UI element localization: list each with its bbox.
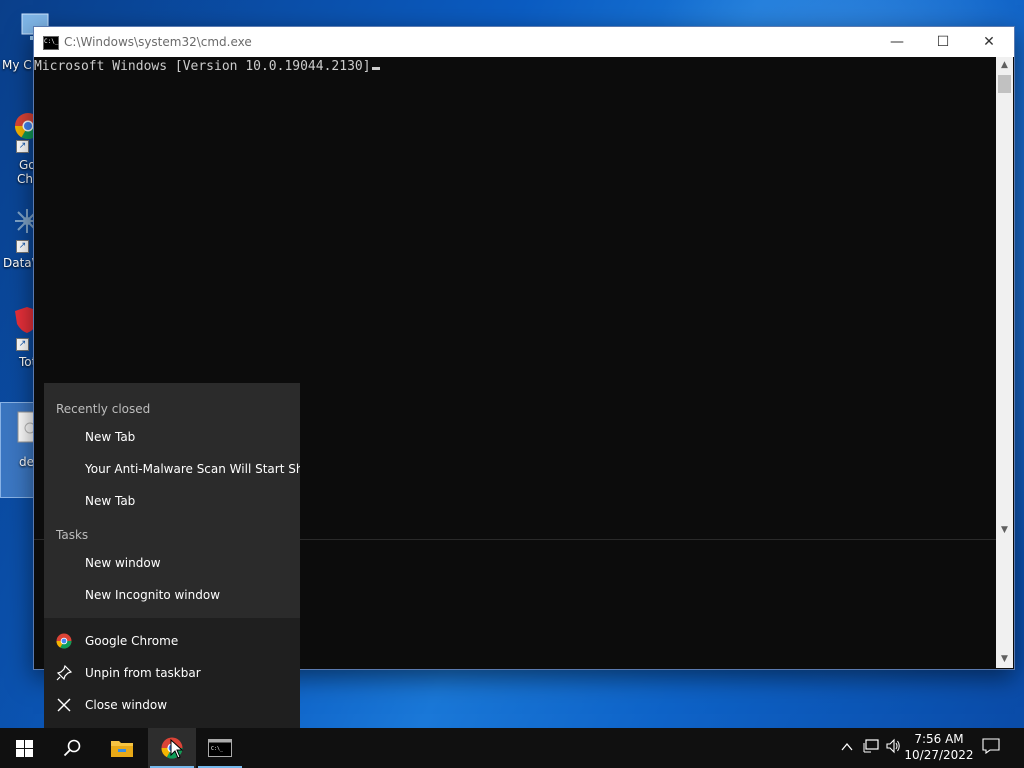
close-icon (57, 698, 71, 712)
recent-item-label: New Tab (85, 494, 136, 508)
recent-item[interactable]: New Tab (44, 485, 300, 517)
jump-list-actions: Google Chrome Unpin from taskbar Close w… (44, 618, 300, 728)
close-window[interactable]: Close window (44, 689, 300, 721)
open-google-chrome[interactable]: Google Chrome (44, 625, 300, 657)
maximize-button[interactable]: ☐ (920, 27, 966, 57)
windows-logo-icon (16, 740, 33, 757)
console-line: Microsoft Windows [Version 10.0.19044.21… (34, 59, 380, 74)
tasks-heading: Tasks (56, 528, 89, 542)
desktop-icon-label-line2: Ch (17, 172, 33, 186)
svg-text:C:\_: C:\_ (211, 746, 224, 752)
chrome-icon (56, 633, 72, 649)
shortcut-arrow-icon: ↗ (16, 240, 29, 253)
action-label: Unpin from taskbar (85, 666, 201, 680)
cmd-titlebar[interactable]: C:\_ C:\Windows\system32\cmd.exe — ☐ ✕ (34, 27, 1014, 57)
unpin-from-taskbar[interactable]: Unpin from taskbar (44, 657, 300, 689)
task-label: New Incognito window (85, 588, 221, 602)
search-button[interactable] (48, 728, 96, 768)
scrollbar-thumb[interactable] (998, 75, 1011, 93)
chrome-jump-list: Recently closed New Tab Your Anti-Malwar… (44, 383, 300, 728)
vertical-scrollbar[interactable]: ▲ ▼ (996, 57, 1013, 539)
recent-item[interactable]: Your Anti-Malware Scan Will Start Shor..… (44, 453, 300, 485)
taskbar-file-explorer[interactable] (98, 728, 146, 768)
task-new-incognito-window[interactable]: New Incognito window (44, 579, 300, 611)
scroll-down-arrow-icon[interactable]: ▼ (996, 651, 1013, 668)
network-icon[interactable] (862, 738, 880, 756)
cmd-app-icon: C:\_ (43, 36, 59, 50)
mouse-pointer-icon (170, 739, 184, 759)
folder-icon (111, 741, 133, 757)
task-label: New window (85, 556, 161, 570)
recent-item[interactable]: New Tab (44, 421, 300, 453)
taskbar-clock[interactable]: 7:56 AM 10/27/2022 (900, 731, 978, 763)
cmd-window-title: C:\Windows\system32\cmd.exe (64, 35, 252, 49)
vertical-scrollbar-lower[interactable]: ▼ (996, 539, 1013, 668)
clock-date: 10/27/2022 (904, 748, 974, 762)
action-label: Close window (85, 698, 168, 712)
task-new-window[interactable]: New window (44, 547, 300, 579)
scroll-up-arrow-icon[interactable]: ▲ (996, 57, 1013, 74)
action-label: Google Chrome (85, 634, 179, 648)
desktop-icon-label: de (19, 455, 34, 469)
recently-closed-heading: Recently closed (56, 402, 151, 416)
scroll-down-arrow-icon[interactable]: ▼ (996, 522, 1013, 539)
start-button[interactable] (0, 728, 48, 768)
show-hidden-icons-chevron-icon[interactable] (838, 738, 856, 756)
console-line-text: Microsoft Windows [Version 10.0.19044.21… (34, 59, 371, 74)
action-center-icon[interactable] (982, 738, 1000, 756)
cmd-icon: C:\_ (208, 739, 232, 757)
shortcut-arrow-icon: ↗ (16, 338, 29, 351)
search-icon (63, 739, 81, 757)
text-cursor (371, 67, 380, 70)
unpin-icon (56, 665, 72, 681)
taskbar: C:\_ 7:56 AM 10/27/2022 (0, 728, 1024, 768)
recent-item-label: New Tab (85, 430, 136, 444)
taskbar-chrome[interactable] (148, 728, 196, 768)
clock-time: 7:56 AM (914, 732, 964, 746)
recent-item-label: Your Anti-Malware Scan Will Start Shor..… (85, 462, 300, 476)
desktop-icon-label: My C (2, 58, 32, 72)
taskbar-cmd[interactable]: C:\_ (196, 728, 244, 768)
close-button[interactable]: ✕ (966, 27, 1012, 57)
shortcut-arrow-icon: ↗ (16, 140, 29, 153)
minimize-button[interactable]: — (874, 27, 920, 57)
